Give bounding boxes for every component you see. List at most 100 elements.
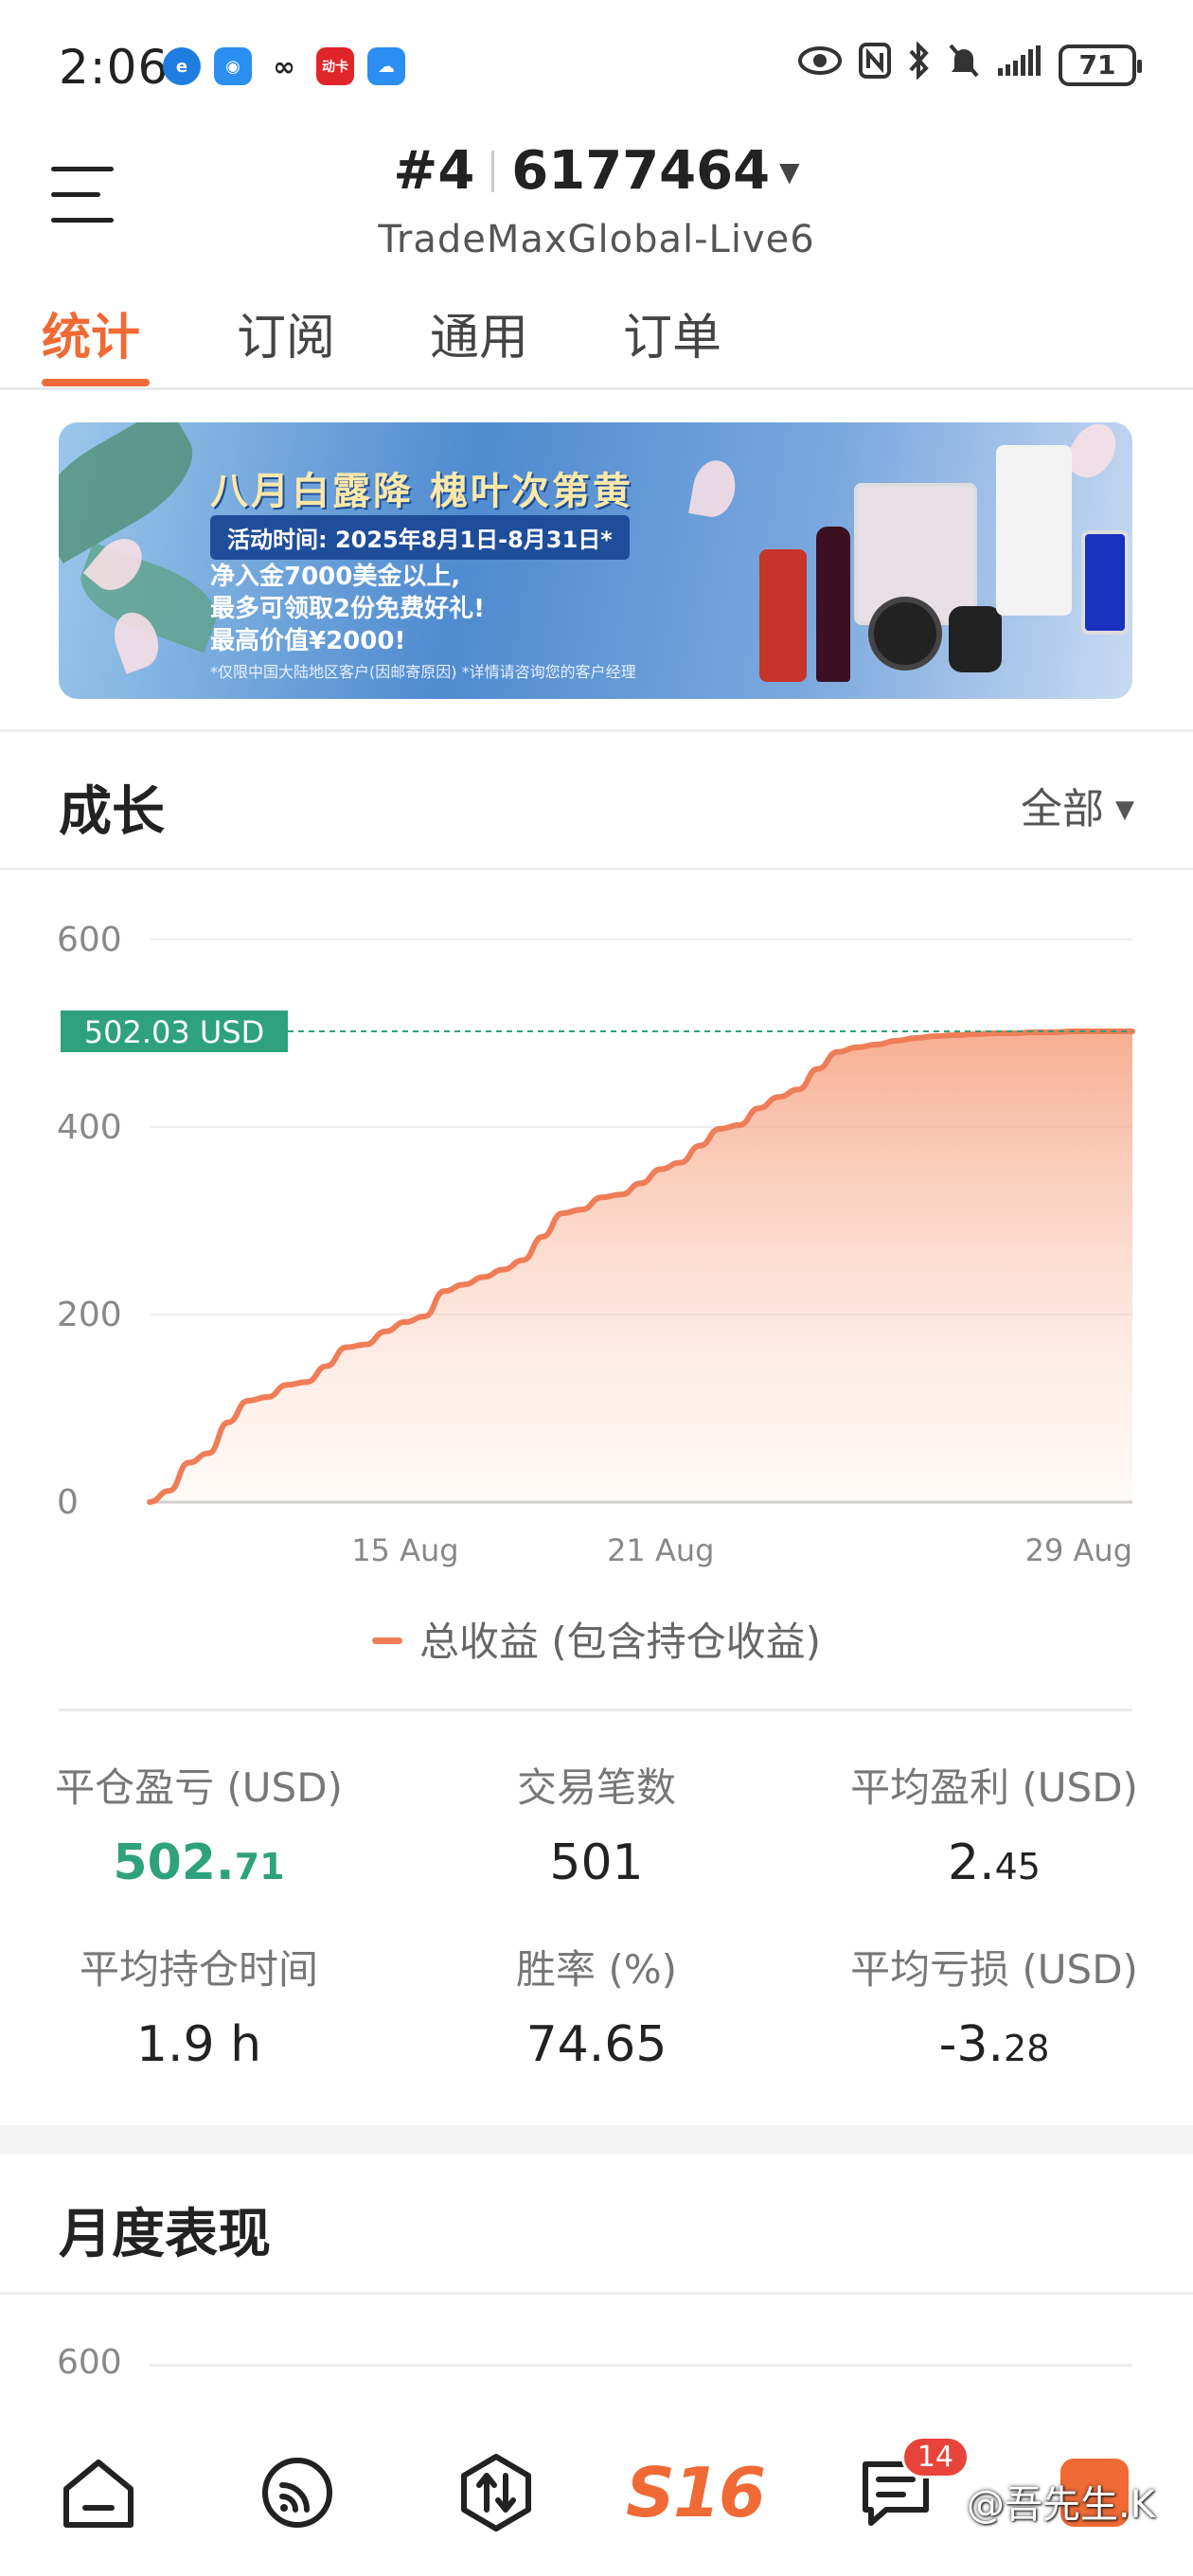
banner-fine-print: *仅限中国大陆地区客户(因邮寄原因) *详情请咨询您的客户经理 <box>210 663 636 681</box>
account-selector[interactable]: #4 6177464 ▼ <box>0 140 1193 202</box>
stat-win-rate: 胜率 (%) 74.65 <box>398 1938 795 2073</box>
band-image <box>949 606 1002 672</box>
home-icon <box>63 2460 134 2528</box>
watermark: @吾先生.K <box>967 2483 1155 2527</box>
stat-label: 平均盈利 (USD) <box>850 1764 1138 1811</box>
monthly-y-tick: 600 <box>57 2343 122 2382</box>
account-number: 6177464 <box>511 140 771 202</box>
range-filter-label: 全部 <box>1021 785 1104 833</box>
growth-chart[interactable]: 0 200 400 600 15 Aug 21 Aug 29 Aug 502.03 USD <box>0 871 1193 1705</box>
stat-value: 2.45 <box>795 1834 1193 1891</box>
stat-value-int: -3. <box>938 2016 1005 2073</box>
chat-icon: ◉ <box>214 47 252 85</box>
reference-label: 502.03 USD <box>84 1014 265 1050</box>
growth-title: 成长 <box>59 781 165 843</box>
eye-icon <box>797 44 843 86</box>
nav-trade[interactable] <box>453 2449 540 2536</box>
chart-legend: 总收益 (包含持仓收益) <box>0 1610 1193 1668</box>
growth-chart-svg: 0 200 400 600 15 Aug 21 Aug 29 Aug 502.03 USD <box>57 921 1135 1568</box>
x-tick-label: 29 Aug <box>1025 1532 1132 1568</box>
server-name: TradeMaxGlobal-Live6 <box>378 218 815 261</box>
cloud-icon: ☁ <box>367 47 405 85</box>
stat-value-int: 2. <box>948 1834 995 1891</box>
monthly-title: 月度表现 <box>59 2204 271 2265</box>
y-tick-label: 0 <box>57 1483 79 1522</box>
trade-icon <box>461 2454 531 2531</box>
stat-value: -3.28 <box>795 2016 1193 2073</box>
tab-statistics[interactable]: 统计 <box>42 297 140 368</box>
signal-icon <box>996 44 1043 86</box>
stat-label: 交易笔数 <box>516 1764 676 1811</box>
section-divider <box>0 729 1193 732</box>
banner-title: 八月白露降 槐叶次第黄 <box>210 470 633 513</box>
link-icon: ∞ <box>265 47 303 85</box>
status-bar: 2:06 e ◉ ∞ 动卡 ☁ 71 <box>0 0 1193 133</box>
messages-badge: 14 <box>900 2436 970 2478</box>
status-app-icons: e ◉ ∞ 动卡 ☁ <box>163 47 405 85</box>
tab-subscription[interactable]: 订阅 <box>237 297 335 368</box>
stat-value-int: 502. <box>113 1834 235 1891</box>
stat-label: 平均亏损 (USD) <box>850 1946 1138 1993</box>
tab-general[interactable]: 通用 <box>430 297 528 368</box>
section-spacer <box>0 2125 1193 2154</box>
banner-line-3: 最高价值¥2000! <box>210 627 406 655</box>
purifier-image <box>996 445 1072 616</box>
stat-value-dec: 71 <box>234 1846 285 1887</box>
battery-indicator: 71 <box>1059 44 1142 86</box>
section-divider <box>0 2292 1193 2295</box>
app-header: #4 6177464 ▼ TradeMaxGlobal-Live6 <box>0 133 1193 275</box>
wine-box-image <box>759 549 807 682</box>
wine-bottle-image <box>816 527 850 682</box>
range-filter-dropdown[interactable]: 全部 ▼ <box>1021 775 1134 835</box>
stat-label: 胜率 (%) <box>515 1946 678 1993</box>
feed-icon <box>262 2458 332 2528</box>
x-tick-label: 15 Aug <box>351 1532 458 1568</box>
section-divider <box>59 1708 1132 1711</box>
account-separator <box>491 151 495 192</box>
watch-image <box>868 597 942 671</box>
stat-value-dec: 28 <box>1004 2028 1050 2069</box>
stat-value: 501 <box>549 1834 644 1891</box>
section-divider <box>0 868 1193 870</box>
stat-value: 1.9 h <box>135 2016 262 2073</box>
stat-value: 502.71 <box>0 1834 398 1891</box>
stat-avg-hold-time: 平均持仓时间 1.9 h <box>0 1938 398 2073</box>
legend-label: 总收益 (包含持仓收益) <box>418 1619 822 1665</box>
stat-value-dec: 45 <box>994 1846 1041 1887</box>
stat-value: 74.65 <box>525 2016 668 2073</box>
status-time: 2:06 <box>59 40 169 95</box>
y-tick-label: 200 <box>57 1296 122 1334</box>
monthly-gridline <box>150 2364 1132 2367</box>
news-icon: 动卡 <box>316 47 354 85</box>
nav-s16[interactable]: S16 <box>625 2449 766 2536</box>
stat-avg-profit: 平均盈利 (USD) 2.45 <box>795 1756 1193 1891</box>
mute-bell-icon <box>947 42 981 88</box>
status-indicators: 71 <box>797 41 1142 88</box>
series-area <box>150 1030 1132 1502</box>
banner-line-1: 净入金7000美金以上, <box>210 563 461 591</box>
nfc-icon <box>858 42 892 88</box>
chevron-down-icon: ▼ <box>779 156 800 188</box>
tab-bar: 统计 订阅 通用 订单 <box>0 284 1193 390</box>
legend-swatch <box>371 1637 402 1644</box>
banner-products-image <box>712 445 1129 691</box>
nav-feed[interactable] <box>254 2449 341 2536</box>
nav-messages[interactable]: 14 <box>852 2436 970 2536</box>
banner-line-2: 最多可领取2份免费好礼! <box>210 595 485 623</box>
promo-banner[interactable]: 八月白露降 槐叶次第黄 活动时间: 2025年8月1日-8月31日* 净入金70… <box>59 422 1132 699</box>
chevron-down-icon: ▼ <box>1115 796 1134 824</box>
stat-trade-count: 交易笔数 501 <box>398 1756 795 1891</box>
stat-avg-loss: 平均亏损 (USD) -3.28 <box>795 1938 1193 2073</box>
phone-image <box>1081 530 1129 635</box>
bottom-nav: S16 14 @吾先生.K <box>0 2424 1193 2576</box>
s16-label: S16 <box>625 2453 766 2532</box>
stat-closed-pnl: 平仓盈亏 (USD) 502.71 <box>0 1756 398 1891</box>
account-prefix: #4 <box>393 140 475 202</box>
banner-period: 活动时间: 2025年8月1日-8月31日* <box>210 515 630 560</box>
bluetooth-icon <box>907 41 932 88</box>
stat-label: 平仓盈亏 (USD) <box>55 1764 343 1811</box>
nav-home[interactable] <box>55 2449 142 2536</box>
stat-label: 平均持仓时间 <box>79 1946 318 1993</box>
y-tick-label: 600 <box>57 921 122 959</box>
tab-orders[interactable]: 订单 <box>623 297 721 368</box>
